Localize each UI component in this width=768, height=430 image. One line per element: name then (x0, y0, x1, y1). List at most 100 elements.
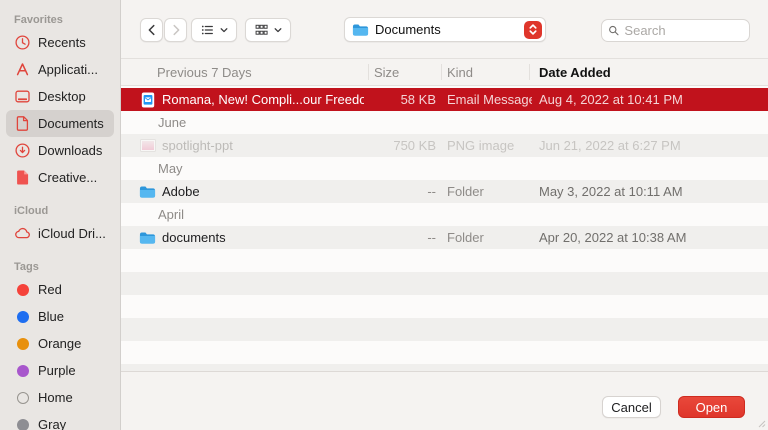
group-row: June (121, 111, 768, 134)
chevron-down-icon (219, 25, 229, 35)
cloud-icon (14, 225, 31, 242)
file-row[interactable]: Adobe -- Folder May 3, 2022 at 10:11 AM (121, 180, 768, 203)
file-name: documents (162, 226, 226, 249)
cancel-button[interactable]: Cancel (602, 396, 661, 418)
column-header-date-added[interactable]: Date Added (539, 59, 611, 86)
group-view-icon (254, 23, 269, 37)
sidebar-item-label: Red (38, 282, 62, 297)
column-divider (368, 64, 369, 80)
folder-icon (139, 183, 156, 200)
file-row-selected[interactable]: Romana, New! Compli...our Freedom card.e… (121, 88, 768, 111)
file-name: spotlight-ppt (162, 134, 233, 157)
file-size: -- (371, 226, 436, 249)
sidebar-item-label: Orange (38, 336, 81, 351)
group-label: June (158, 111, 186, 134)
sidebar: Favorites Recents Applicati... Desktop D… (0, 0, 121, 430)
file-date-added: Aug 4, 2022 at 10:41 PM (539, 88, 767, 111)
group-header-previous-7-days: Previous 7 Days (157, 59, 252, 86)
main-panel: Documents Previous 7 Days Size Kind Date… (121, 0, 768, 430)
chevron-right-icon (169, 23, 183, 37)
location-popup[interactable]: Documents (344, 17, 546, 42)
file-kind: PNG image (447, 134, 532, 157)
sidebar-item-downloads[interactable]: Downloads (6, 137, 114, 164)
sidebar-item-creative[interactable]: Creative... (6, 164, 114, 191)
resize-grip[interactable] (756, 418, 766, 428)
sidebar-item-tag-home[interactable]: Home (6, 384, 114, 411)
sidebar-item-applications[interactable]: Applicati... (6, 56, 114, 83)
sidebar-item-label: Home (38, 390, 73, 405)
tag-dot-gray-icon (14, 416, 31, 430)
sidebar-section-favorites: Favorites (14, 14, 120, 26)
empty-rows-stripes (121, 249, 768, 371)
sidebar-item-label: Gray (38, 417, 66, 430)
search-field[interactable] (601, 19, 750, 42)
group-row: May (121, 157, 768, 180)
dialog-footer: Cancel Open (121, 371, 768, 430)
sidebar-item-tag-purple[interactable]: Purple (6, 357, 114, 384)
group-label: May (158, 157, 183, 180)
sidebar-item-tag-orange[interactable]: Orange (6, 330, 114, 357)
sidebar-item-label: Downloads (38, 143, 102, 158)
search-icon (608, 24, 619, 37)
sidebar-item-icloud-drive[interactable]: iCloud Dri... (6, 220, 114, 247)
file-kind: Email Message (447, 88, 532, 111)
search-input[interactable] (624, 23, 743, 38)
chevron-left-icon (145, 23, 159, 37)
clock-icon (14, 34, 31, 51)
file-size: 750 KB (371, 134, 436, 157)
column-divider (529, 64, 530, 80)
file-date-added: May 3, 2022 at 10:11 AM (539, 180, 767, 203)
tag-dot-blue-icon (14, 308, 31, 325)
file-date-added: Jun 21, 2022 at 6:27 PM (539, 134, 767, 157)
file-list: Romana, New! Compli...our Freedom card.e… (121, 86, 768, 371)
tag-dot-red-icon (14, 281, 31, 298)
downloads-icon (14, 142, 31, 159)
sidebar-section-tags: Tags (14, 261, 120, 273)
desktop-icon (14, 88, 31, 105)
creative-doc-icon (14, 169, 31, 186)
folder-icon (352, 23, 369, 37)
applications-icon (14, 61, 31, 78)
sidebar-item-label: Recents (38, 35, 86, 50)
folder-icon (139, 229, 156, 246)
sidebar-item-label: Desktop (38, 89, 86, 104)
tag-dot-outline-icon (14, 389, 31, 406)
open-button[interactable]: Open (678, 396, 745, 418)
sidebar-item-label: Documents (38, 116, 104, 131)
sidebar-item-tag-gray[interactable]: Gray (6, 411, 114, 430)
tag-dot-orange-icon (14, 335, 31, 352)
tag-dot-purple-icon (14, 362, 31, 379)
email-file-icon (139, 91, 156, 108)
sidebar-item-label: iCloud Dri... (38, 226, 106, 241)
sidebar-item-label: Applicati... (38, 62, 98, 77)
back-button[interactable] (140, 18, 163, 42)
list-view-button[interactable] (191, 18, 237, 42)
image-file-icon (139, 137, 156, 154)
file-row[interactable]: documents -- Folder Apr 20, 2022 at 10:3… (121, 226, 768, 249)
file-date-added: Apr 20, 2022 at 10:38 AM (539, 226, 767, 249)
file-name: Adobe (162, 180, 200, 203)
open-file-dialog: Favorites Recents Applicati... Desktop D… (0, 0, 768, 430)
forward-button[interactable] (164, 18, 187, 42)
chevron-down-icon (273, 25, 283, 35)
document-icon (14, 115, 31, 132)
sidebar-item-label: Blue (38, 309, 64, 324)
file-size: -- (371, 180, 436, 203)
sidebar-item-documents[interactable]: Documents (6, 110, 114, 137)
group-row: April (121, 203, 768, 226)
location-value: Documents (375, 22, 524, 37)
group-view-button[interactable] (245, 18, 291, 42)
sidebar-item-tag-blue[interactable]: Blue (6, 303, 114, 330)
sidebar-item-tag-red[interactable]: Red (6, 276, 114, 303)
group-label: April (158, 203, 184, 226)
sidebar-item-desktop[interactable]: Desktop (6, 83, 114, 110)
toolbar: Documents (121, 0, 768, 58)
sidebar-item-recents[interactable]: Recents (6, 29, 114, 56)
sidebar-section-icloud: iCloud (14, 205, 120, 217)
popup-arrows-icon (524, 21, 542, 39)
list-view-icon (200, 23, 215, 37)
column-header-kind[interactable]: Kind (447, 59, 473, 86)
column-header-size[interactable]: Size (374, 59, 399, 86)
sidebar-item-label: Creative... (38, 170, 97, 185)
file-name: Romana, New! Compli...our Freedom card.e… (162, 88, 364, 111)
